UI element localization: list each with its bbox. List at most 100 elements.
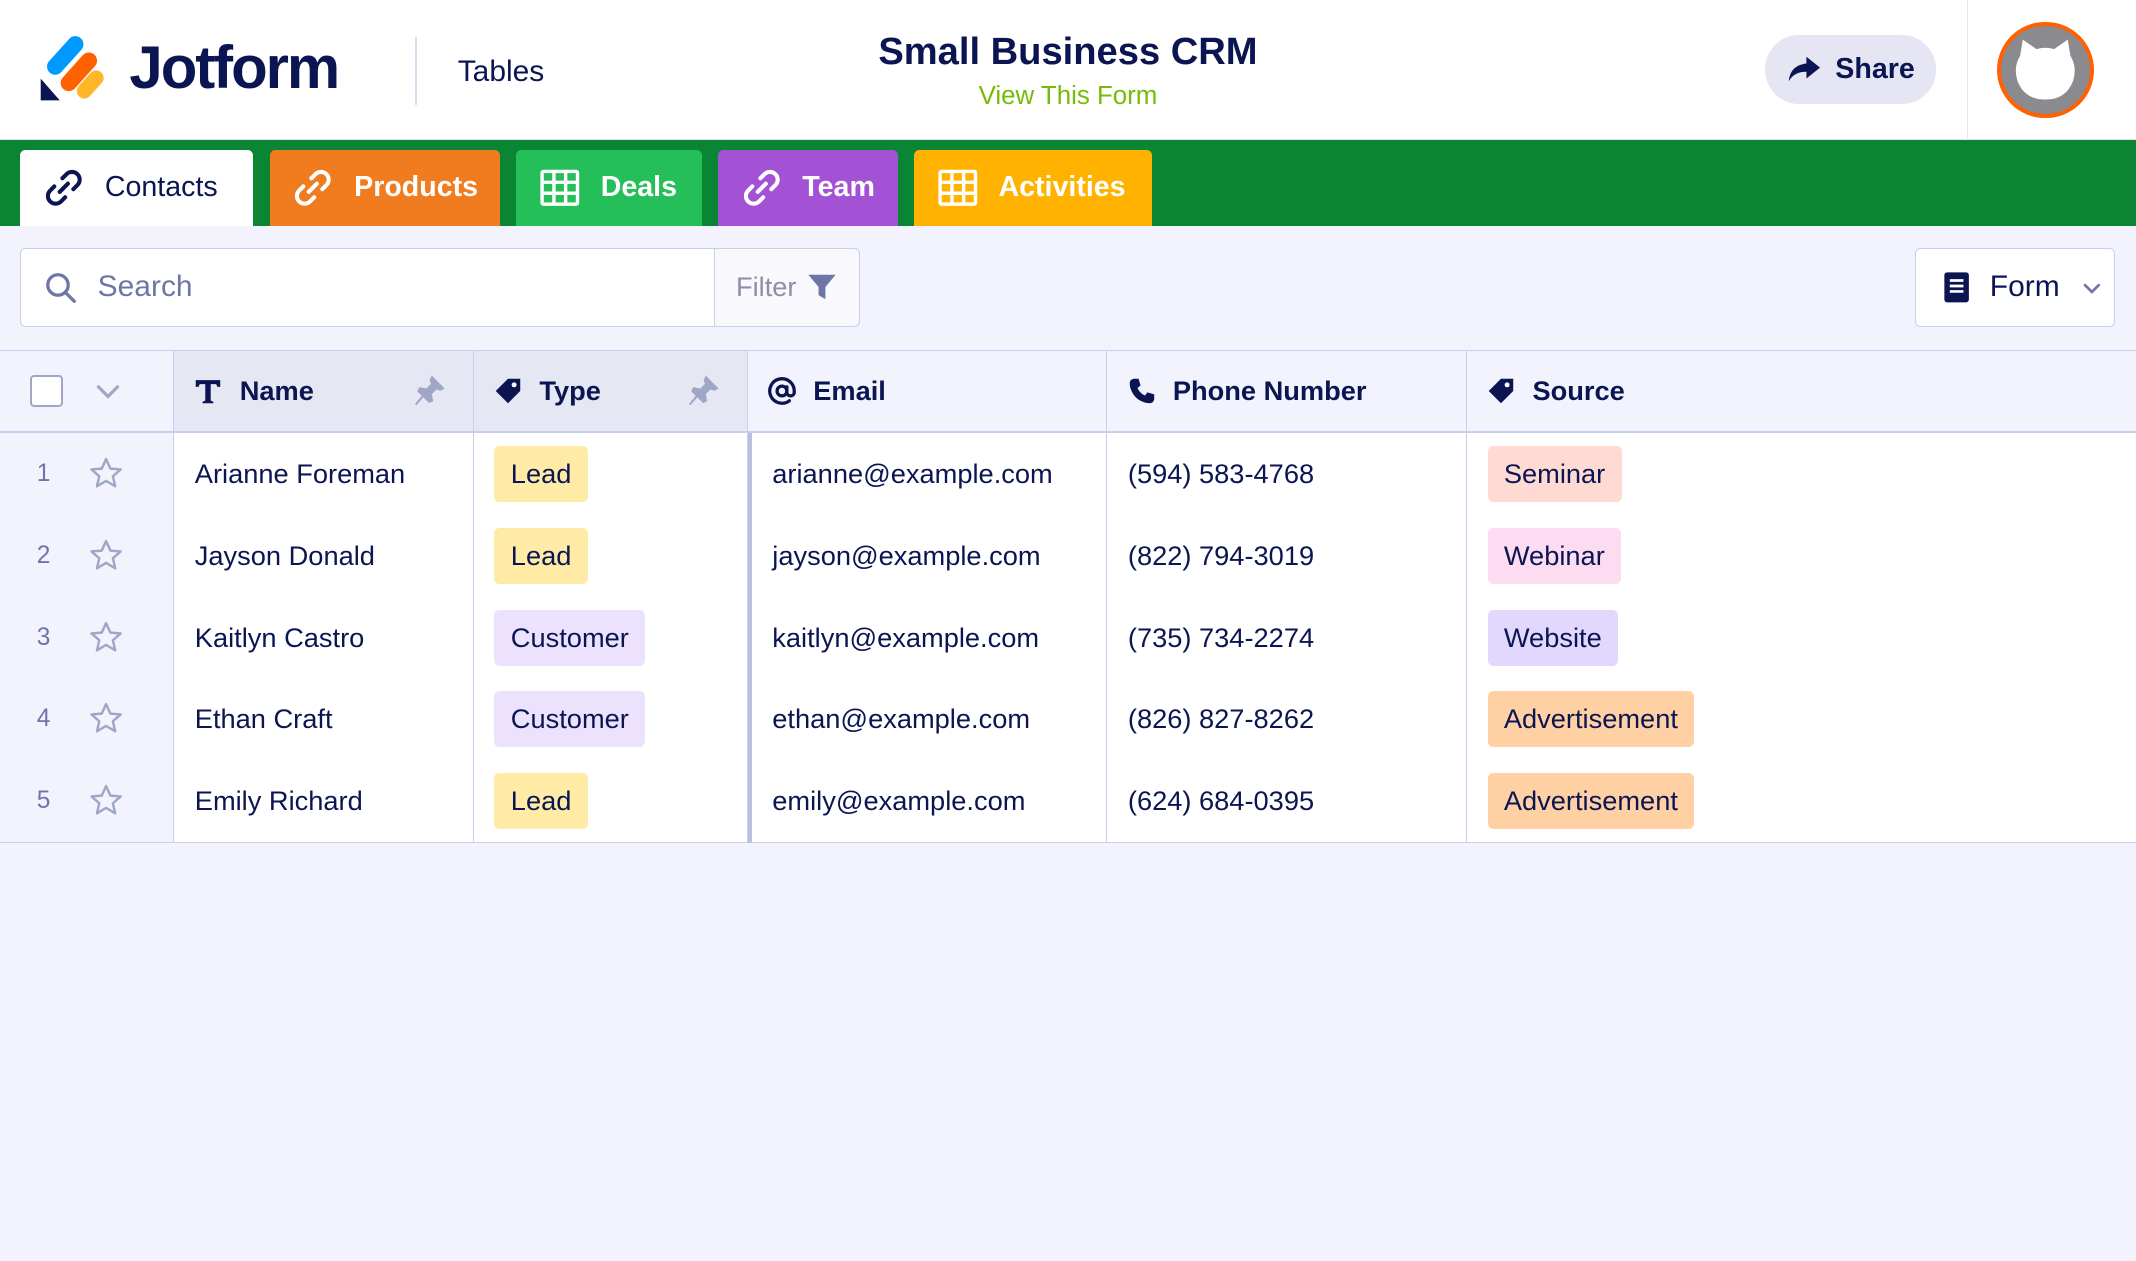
row-number: 1 (36, 460, 51, 488)
name-cell[interactable]: Ethan Craft (174, 678, 475, 762)
share-label: Share (1835, 52, 1915, 85)
type-tag: Lead (494, 446, 588, 503)
column-label: Name (239, 375, 314, 407)
row-number: 5 (36, 787, 51, 815)
column-header-phone[interactable]: Phone Number (1107, 350, 1468, 434)
header-divider (415, 36, 417, 105)
contact-email: emily@example.com (772, 785, 1026, 817)
source-cell[interactable]: Advertisement (1467, 678, 2136, 762)
column-label: Email (813, 375, 886, 407)
table-row[interactable]: 1 Arianne Foreman Lead arianne@example.c… (0, 433, 2136, 517)
brand-name[interactable]: Jotform (129, 33, 340, 104)
contact-name: Jayson Donald (194, 539, 375, 571)
table-row[interactable]: 5 Emily Richard Lead emily@example.com (… (0, 760, 2136, 844)
jotform-logo-icon[interactable] (38, 35, 104, 103)
type-tag: Customer (494, 609, 646, 666)
tab-activities[interactable]: Activities (914, 149, 1153, 227)
source-cell[interactable]: Webinar (1467, 514, 2136, 598)
filter-label: Filter (735, 271, 797, 303)
share-arrow-icon (1789, 57, 1821, 82)
avatar-image (2001, 25, 2090, 115)
row-number: 3 (36, 623, 51, 651)
share-button[interactable]: Share (1765, 35, 1936, 104)
contact-email: jayson@example.com (772, 539, 1041, 571)
column-header-source[interactable]: Source (1467, 350, 2136, 434)
row-index-cell: 2 (0, 514, 175, 598)
column-header-type[interactable]: Type (474, 350, 748, 434)
source-cell[interactable]: Seminar (1467, 433, 2136, 517)
phone-cell[interactable]: (826) 827-8262 (1107, 678, 1468, 762)
source-tag: Advertisement (1487, 691, 1695, 748)
type-tag: Lead (494, 773, 588, 830)
select-all-cell (0, 350, 175, 434)
filter-button[interactable]: Filter (713, 247, 860, 327)
pin-icon[interactable] (687, 375, 720, 408)
email-cell[interactable]: ethan@example.com (747, 678, 1108, 762)
email-cell[interactable]: jayson@example.com (747, 514, 1108, 598)
contact-email: arianne@example.com (772, 458, 1053, 490)
chevron-down-icon (2084, 283, 2101, 294)
row-index-cell: 4 (0, 678, 175, 762)
document-icon (1944, 272, 1970, 303)
tab-products[interactable]: Products (269, 149, 500, 227)
tab-label: Activities (998, 171, 1126, 204)
tab-team[interactable]: Team (717, 149, 898, 227)
avatar[interactable] (1996, 21, 2094, 119)
type-cell[interactable]: Customer (474, 678, 748, 762)
contact-name: Ethan Craft (194, 703, 333, 735)
email-cell[interactable]: emily@example.com (747, 760, 1108, 844)
phone-cell[interactable]: (624) 684-0395 (1107, 760, 1468, 844)
link-icon (743, 170, 780, 206)
row-number: 4 (36, 705, 51, 733)
product-name: Tables (457, 55, 545, 89)
form-label: Form (1989, 270, 2060, 304)
source-tag: Seminar (1487, 446, 1622, 503)
pin-icon[interactable] (413, 375, 446, 408)
type-cell[interactable]: Lead (474, 433, 748, 517)
table-row[interactable]: 2 Jayson Donald Lead jayson@example.com … (0, 514, 2136, 598)
star-icon[interactable] (87, 700, 125, 738)
name-cell[interactable]: Kaitlyn Castro (174, 596, 475, 680)
cat-avatar-icon (2015, 39, 2075, 100)
row-index-cell: 3 (0, 596, 175, 680)
source-cell[interactable]: Website (1467, 596, 2136, 680)
chevron-down-icon[interactable] (93, 376, 123, 406)
link-icon (295, 170, 332, 206)
contact-phone: (594) 583-4768 (1127, 458, 1315, 490)
email-cell[interactable]: kaitlyn@example.com (747, 596, 1108, 680)
email-cell[interactable]: arianne@example.com (747, 433, 1108, 517)
type-cell[interactable]: Lead (474, 760, 748, 844)
column-header-name[interactable]: Name (174, 350, 475, 434)
phone-cell[interactable]: (735) 734-2274 (1107, 596, 1468, 680)
type-cell[interactable]: Customer (474, 596, 748, 680)
phone-cell[interactable]: (594) 583-4768 (1107, 433, 1468, 517)
star-icon[interactable] (87, 455, 125, 493)
name-cell[interactable]: Arianne Foreman (174, 433, 475, 517)
star-icon[interactable] (87, 619, 125, 657)
tab-contacts[interactable]: Contacts (20, 149, 254, 227)
name-cell[interactable]: Jayson Donald (174, 514, 475, 598)
text-type-icon (196, 380, 221, 404)
search-input[interactable] (97, 270, 670, 305)
star-icon[interactable] (87, 782, 125, 820)
tab-deals[interactable]: Deals (516, 149, 702, 227)
table-row[interactable]: 3 Kaitlyn Castro Customer kaitlyn@exampl… (0, 596, 2136, 680)
name-cell[interactable]: Emily Richard (174, 760, 475, 844)
app-header: Jotform Tables Small Business CRM View T… (0, 0, 2136, 141)
view-form-link[interactable]: View This Form (796, 80, 1341, 113)
column-header-email[interactable]: Email (747, 350, 1108, 434)
type-cell[interactable]: Lead (474, 514, 748, 598)
contact-phone: (822) 794-3019 (1127, 539, 1315, 571)
tab-label: Deals (600, 171, 677, 204)
contact-name: Arianne Foreman (194, 458, 406, 490)
table-row[interactable]: 4 Ethan Craft Customer ethan@example.com… (0, 678, 2136, 762)
tab-bar: Contacts Products Deals Team Activities (0, 140, 2136, 227)
select-all-checkbox[interactable] (29, 374, 63, 408)
phone-cell[interactable]: (822) 794-3019 (1107, 514, 1468, 598)
column-label: Source (1532, 375, 1625, 407)
search-box (20, 247, 716, 327)
form-view-button[interactable]: Form (1915, 247, 2116, 327)
source-cell[interactable]: Advertisement (1467, 760, 2136, 844)
page: Jotform Tables Small Business CRM View T… (0, 0, 2136, 927)
star-icon[interactable] (87, 537, 125, 575)
